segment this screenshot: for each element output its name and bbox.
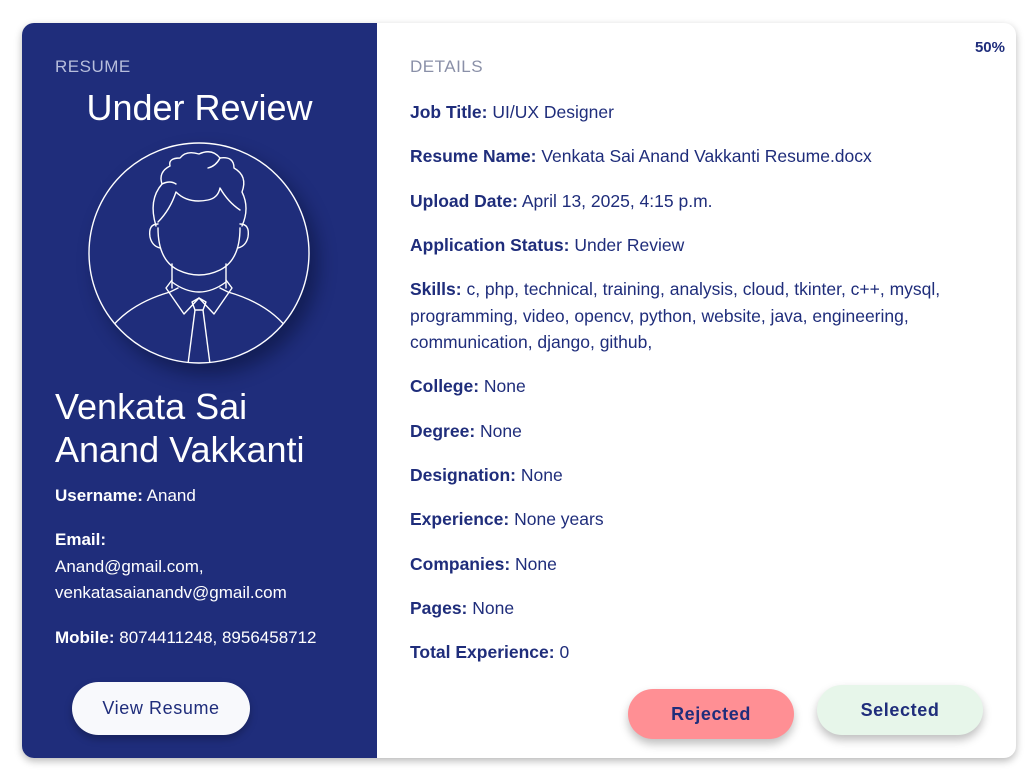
detail-label: Upload Date: (410, 190, 518, 211)
detail-value: None (472, 597, 515, 618)
rejected-button[interactable]: Rejected (628, 689, 794, 739)
email-line: Email: Anand@gmail.com, venkatasaianandv… (55, 527, 355, 607)
selected-button[interactable]: Selected (817, 685, 983, 735)
resume-section-label: RESUME (55, 57, 131, 76)
detail-row: Application Status: Under Review (410, 232, 970, 259)
detail-label: College: (410, 376, 480, 397)
detail-value: UI/UX Designer (492, 102, 614, 122)
detail-label: Experience: (410, 509, 510, 530)
detail-value: April 13, 2025, 4:15 p.m. (521, 190, 713, 211)
username-value: Anand (146, 486, 196, 505)
detail-row: Total Experience: 0 (410, 639, 970, 666)
mobile-value: 8074411248, 8956458712 (119, 628, 317, 647)
detail-label: Pages: (410, 597, 468, 618)
email-value: Anand@gmail.com, venkatasaianandv@gmail.… (55, 556, 287, 603)
detail-row: Degree: None (410, 418, 970, 445)
details-list: Job Title: UI/UX Designer Resume Name: Ve… (410, 99, 970, 684)
candidate-name: Venkata Sai Anand Vakkanti (55, 386, 305, 470)
detail-row: College: None (410, 373, 970, 400)
detail-row: Pages: None (410, 595, 970, 622)
detail-row: Job Title: UI/UX Designer (410, 99, 970, 126)
detail-row: Skills: c, php, technical, training, ana… (410, 276, 970, 356)
mobile-label: Mobile: (55, 628, 115, 647)
detail-label: Job Title: (410, 102, 488, 122)
detail-row: Experience: None years (410, 506, 970, 533)
detail-row: Companies: None (410, 551, 970, 578)
detail-label: Skills: (410, 279, 462, 300)
detail-label: Resume Name: (410, 146, 537, 167)
detail-label: Degree: (410, 420, 476, 441)
detail-row: Upload Date: April 13, 2025, 4:15 p.m. (410, 188, 970, 215)
match-percentage: 50% (974, 39, 1005, 56)
detail-row: Designation: None (410, 462, 970, 489)
detail-value: 0 (559, 642, 570, 663)
detail-value: c, php, technical, training, analysis, c… (410, 279, 941, 353)
person-avatar-icon (88, 142, 310, 364)
detail-label: Designation: (410, 465, 516, 486)
view-resume-button[interactable]: View Resume (72, 682, 250, 735)
detail-value: Venkata Sai Anand Vakkanti Resume.docx (541, 146, 872, 167)
email-label: Email: (55, 530, 107, 549)
resume-card: RESUME Under Review Venkata Sai Anand Va… (22, 23, 1016, 758)
detail-value: None (520, 465, 563, 486)
detail-value: None (483, 376, 526, 397)
detail-value: None years (514, 509, 604, 530)
detail-label: Application Status: (410, 234, 570, 255)
detail-value: None (515, 553, 557, 574)
username-line: Username: Anand (55, 483, 355, 510)
details-panel: 50% DETAILS Job Title: UI/UX Designer Res… (377, 23, 1016, 758)
username-label: Username: (55, 486, 143, 505)
mobile-line: Mobile: 8074411248, 8956458712 (55, 625, 355, 652)
detail-row: Resume Name: Venkata Sai Anand Vakkanti … (410, 143, 970, 170)
detail-value: None (480, 420, 522, 441)
detail-label: Companies: (410, 553, 511, 574)
resume-panel: RESUME Under Review Venkata Sai Anand Va… (22, 23, 377, 758)
status-title: Under Review (86, 87, 313, 128)
detail-value: Under Review (574, 234, 685, 255)
detail-label: Total Experience: (410, 642, 555, 663)
details-section-label: DETAILS (410, 57, 484, 76)
